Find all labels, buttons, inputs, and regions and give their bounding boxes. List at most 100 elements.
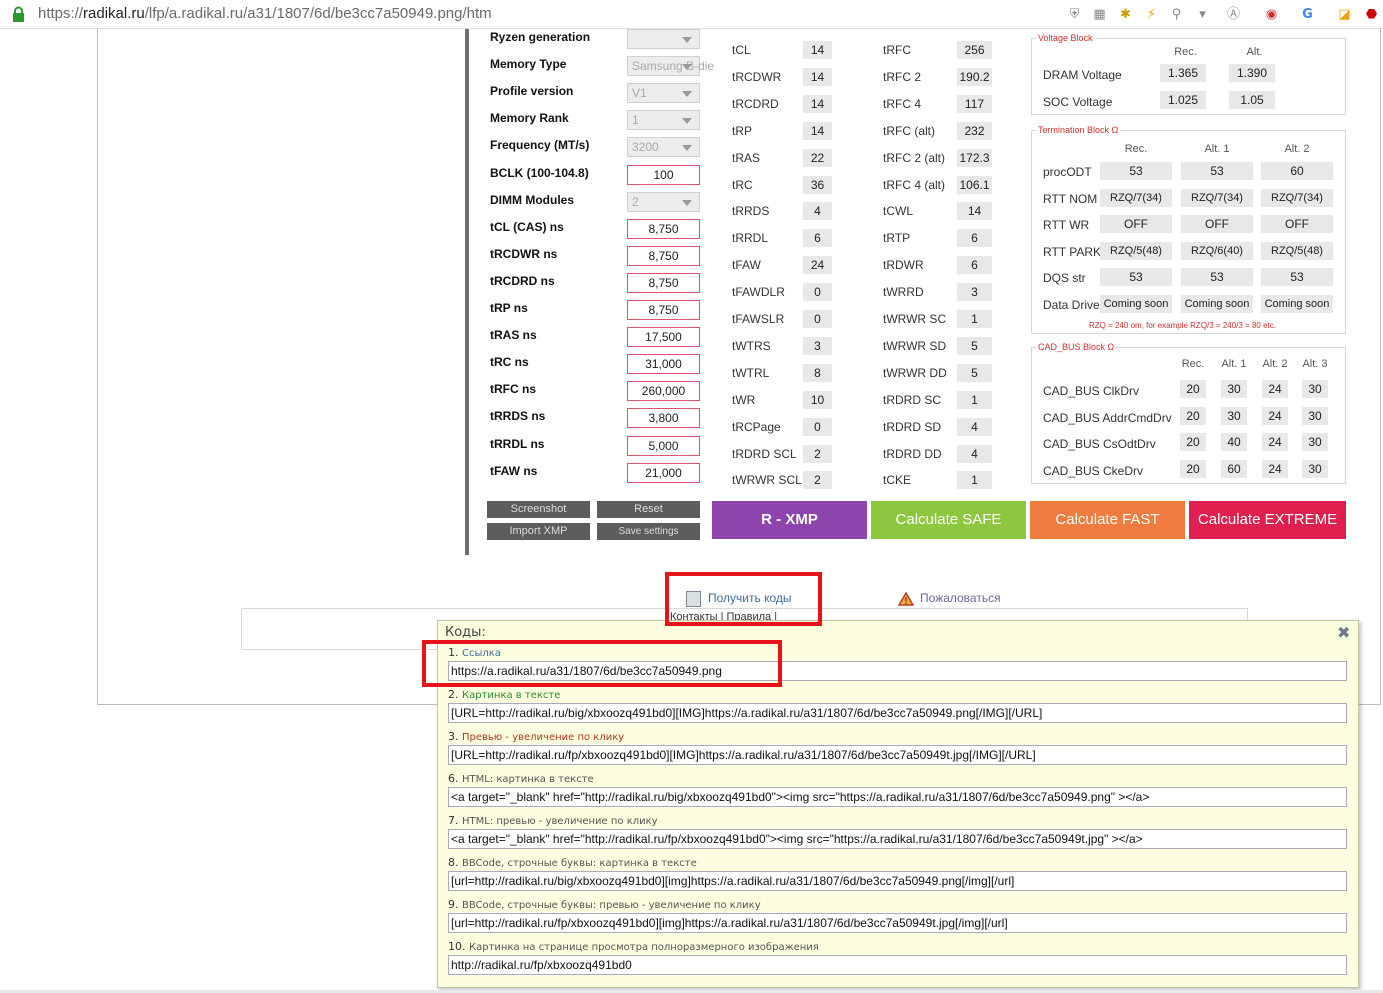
- termination-label: RTT NOM: [1043, 191, 1098, 206]
- chevron-down-icon[interactable]: ▾: [1193, 5, 1212, 24]
- code-field[interactable]: <a target="_blank" href="http://radikal.…: [448, 787, 1347, 807]
- termination-label: procODT: [1043, 165, 1092, 179]
- cad-bus-value: 20: [1180, 406, 1206, 425]
- timing-label: tRFC 4: [883, 96, 922, 111]
- warning-icon[interactable]: [898, 592, 914, 606]
- code-field[interactable]: [url=http://radikal.ru/big/xbxoozq491bd0…: [448, 871, 1347, 891]
- timing-value: 6: [957, 229, 992, 248]
- termination-value: 60: [1261, 162, 1333, 180]
- calculate-safe-button: Calculate SAFE: [871, 501, 1026, 539]
- bookmark-icon[interactable]: ◪: [1335, 5, 1354, 24]
- timing-label: tRP: [732, 123, 753, 138]
- cad-bus-label: CAD_BUS CsOdtDrv: [1043, 437, 1156, 451]
- code-field[interactable]: <a target="_blank" href="http://radikal.…: [448, 829, 1347, 849]
- timing-value: 5: [957, 336, 992, 355]
- param-select: V1: [627, 83, 700, 104]
- param-input: 100: [627, 164, 700, 185]
- timing-value: 6: [803, 229, 832, 248]
- timing-value: 14: [803, 121, 832, 140]
- param-label: tCL (CAS) ns: [490, 219, 564, 234]
- param-label: tRP ns: [490, 301, 528, 315]
- qr-code-icon[interactable]: ▦: [1090, 5, 1109, 24]
- timing-label: tRAS: [732, 150, 761, 165]
- code-field[interactable]: http://radikal.ru/fp/xbxoozq491bd0: [448, 955, 1347, 975]
- shield-icon[interactable]: ⛨: [1065, 5, 1084, 24]
- param-select: 1: [627, 110, 700, 131]
- param-select: Samsung B-die: [627, 56, 714, 77]
- termination-value: 53: [1181, 162, 1253, 180]
- highlight-box-link-field: [422, 640, 782, 687]
- timing-value: 4: [957, 444, 992, 463]
- param-label: tRRDL ns: [490, 436, 545, 451]
- param-label: Profile version: [490, 84, 574, 99]
- termination-value: RZQ/6(40): [1181, 241, 1253, 260]
- address-bar[interactable]: https://radikal.ru/lfp/a.radikal.ru/a31/…: [0, 0, 1383, 29]
- code-item-label: 8. BBCode, строчные буквы: картинка в те…: [448, 856, 697, 869]
- param-select: 2: [627, 191, 700, 212]
- timing-label: tRDRD DD: [883, 446, 942, 461]
- timing-label: tRDRD SC: [883, 392, 942, 407]
- cad-bus-value: 30: [1302, 380, 1328, 398]
- cad-bus-label: CAD_BUS AddrCmdDrv: [1043, 410, 1172, 425]
- param-label: Memory Rank: [490, 111, 569, 126]
- cad-bus-label: CAD_BUS CkeDrv: [1043, 463, 1144, 478]
- import-xmp-button: Import XMP: [487, 523, 590, 540]
- timing-value: 22: [803, 148, 832, 167]
- adblock-icon[interactable]: ⬣: [1362, 5, 1381, 24]
- code-field[interactable]: [URL=http://radikal.ru/big/xbxoozq491bd0…: [448, 703, 1347, 723]
- timing-label: tRFC: [883, 43, 911, 57]
- timing-value: 6: [957, 256, 992, 275]
- save-settings-button: Save settings: [597, 523, 700, 540]
- code-item-number: 6.: [448, 772, 459, 785]
- timing-label: tFAWDLR: [732, 285, 785, 300]
- timing-label: tRDRD SD: [883, 419, 942, 434]
- lastpass-icon[interactable]: ◉: [1262, 5, 1281, 24]
- code-item-label: 3. Превью - увеличение по клику: [448, 730, 624, 743]
- complain-link[interactable]: Пожаловаться: [920, 591, 1001, 605]
- calculate-extreme-button: Calculate EXTREME: [1189, 501, 1346, 539]
- code-field[interactable]: [URL=http://radikal.ru/fp/xbxoozq491bd0]…: [448, 745, 1347, 765]
- param-input: 8,750: [627, 245, 700, 266]
- close-icon[interactable]: ✖: [1337, 623, 1350, 642]
- param-input: 8,750: [627, 300, 700, 320]
- calculate-fast-button: Calculate FAST: [1030, 501, 1185, 539]
- param-input: 8,750: [627, 272, 700, 293]
- param-label: tRRDS ns: [490, 409, 546, 424]
- code-item-title: Картинка в тексте: [462, 690, 561, 701]
- code-item-number: 8.: [448, 856, 459, 869]
- timing-label: tWRWR SD: [883, 338, 947, 353]
- param-label: tRCDRD ns: [490, 273, 555, 288]
- url-text[interactable]: https://radikal.ru/lfp/a.radikal.ru/a31/…: [38, 5, 492, 22]
- plugin-icon[interactable]: ⚲: [1167, 5, 1186, 24]
- termination-value: OFF: [1100, 215, 1172, 233]
- google-icon[interactable]: G: [1298, 5, 1317, 24]
- timing-label: tRCDWR: [732, 69, 782, 84]
- param-input: 260,000: [627, 381, 700, 402]
- code-item-label: 10. Картинка на странице просмотра полно…: [448, 940, 819, 953]
- cad-bus-header: Alt. 3: [1302, 358, 1328, 370]
- timing-label: tWRWR SC: [883, 312, 947, 326]
- timing-value: 14: [803, 67, 832, 86]
- extension-icon[interactable]: ✱: [1116, 5, 1135, 24]
- termination-value: RZQ/5(48): [1100, 241, 1172, 260]
- translate-icon[interactable]: Ⓐ: [1224, 5, 1243, 24]
- timing-value: 10: [803, 390, 832, 409]
- termination-value: RZQ/7(34): [1181, 188, 1253, 207]
- timing-value: 117: [957, 94, 992, 113]
- timing-label: tRDWR: [883, 258, 924, 273]
- timing-value: 14: [957, 202, 992, 221]
- code-item-title: BBCode, строчные буквы: превью - увеличе…: [462, 900, 761, 911]
- code-item-title: Превью - увеличение по клику: [462, 732, 625, 743]
- cad-bus-header: Alt. 2: [1262, 358, 1288, 370]
- timing-label: tWRWR SCL: [732, 473, 802, 488]
- voltage-value: 1.05: [1229, 91, 1275, 109]
- lightning-icon[interactable]: ⚡: [1142, 5, 1161, 24]
- code-field[interactable]: [url=http://radikal.ru/fp/xbxoozq491bd0]…: [448, 913, 1347, 933]
- cad-bus-header: Alt. 1: [1221, 358, 1247, 370]
- param-label: tRFC ns: [490, 382, 536, 397]
- termination-header: Rec.: [1124, 143, 1148, 155]
- lock-icon: [13, 6, 24, 22]
- code-item-label: 7. HTML: превью - увеличение по клику: [448, 814, 658, 827]
- termination-value: Coming soon: [1181, 294, 1253, 313]
- rzq-note: RZQ = 240 om, for example RZQ/3 = 240/3 …: [1089, 321, 1276, 330]
